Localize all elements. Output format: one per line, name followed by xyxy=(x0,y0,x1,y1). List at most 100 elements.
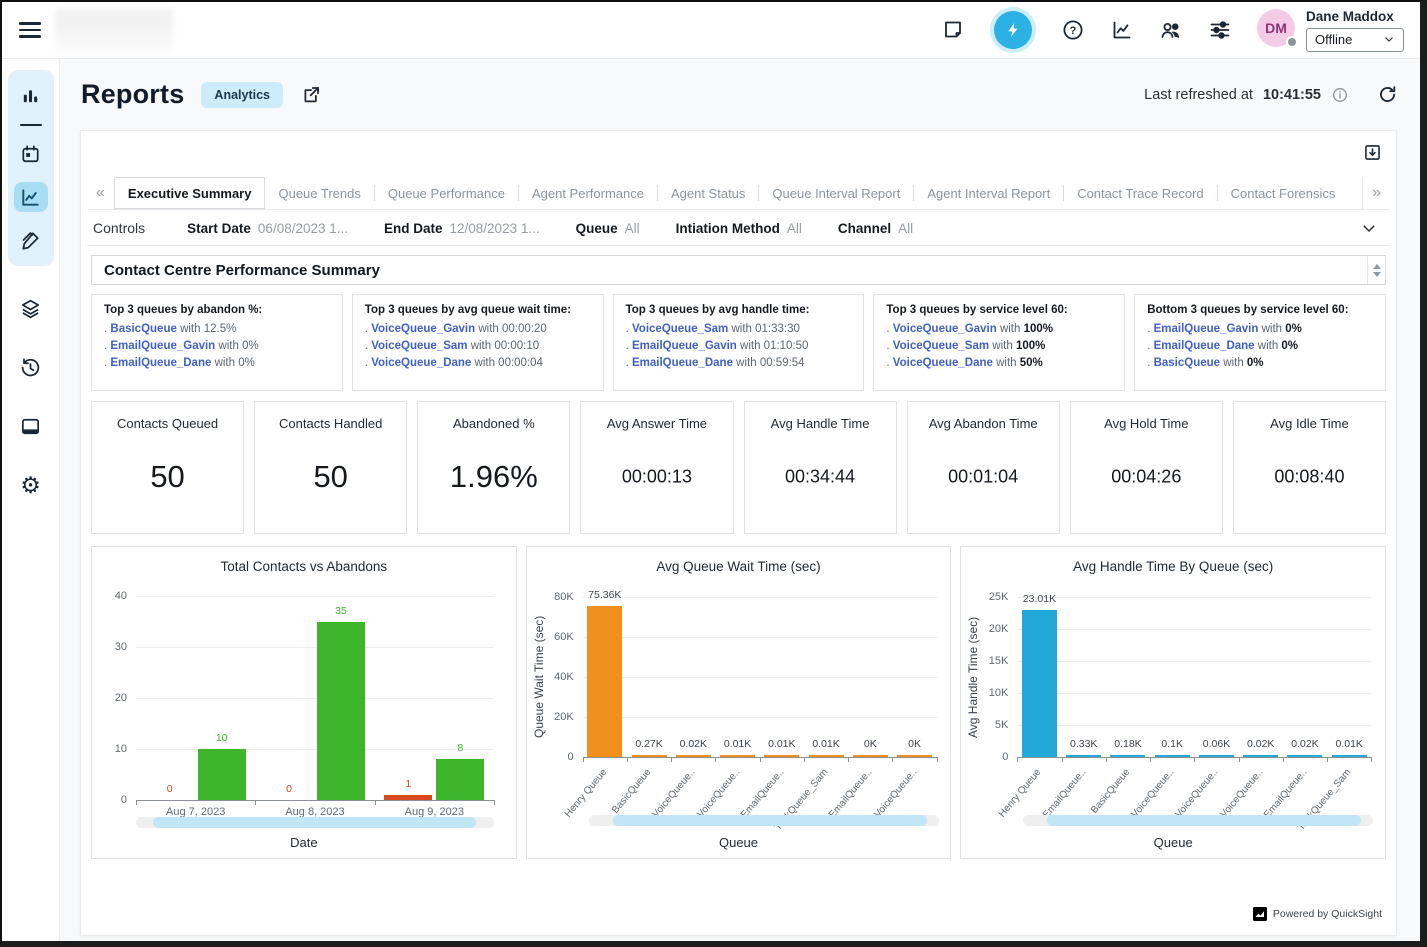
tab-agent-status[interactable]: Agent Status xyxy=(658,177,758,209)
queue-link[interactable]: EmailQueue_Gavin xyxy=(110,340,215,352)
queue-link[interactable]: EmailQueue_Dane xyxy=(1154,340,1255,352)
chart-scrollbar-thumb[interactable] xyxy=(613,815,927,826)
chart-card-avg-queue-wait-time-sec: Avg Queue Wait Time (sec)020K40K60K80K75… xyxy=(526,546,952,859)
x-tick-mark xyxy=(136,800,137,805)
queue-link[interactable]: BasicQueue xyxy=(110,323,176,335)
filter-queue[interactable]: QueueAll xyxy=(576,221,640,236)
queue-link[interactable]: EmailQueue_Gavin xyxy=(1154,323,1259,335)
chart-scrollbar-thumb[interactable] xyxy=(1047,815,1361,826)
kpi-card-avg-abandon-time: Avg Abandon Time00:01:04 xyxy=(907,401,1060,534)
insight-value: 01:10:50 xyxy=(764,340,809,352)
summary-spinner[interactable] xyxy=(1367,256,1385,284)
calendar-icon xyxy=(19,143,42,166)
bar-contacts xyxy=(317,622,365,801)
refresh-icon[interactable] xyxy=(1377,84,1398,105)
kpi-card-avg-answer-time: Avg Answer Time00:00:13 xyxy=(580,401,733,534)
insight-title: Top 3 queues by abandon %: xyxy=(104,304,330,316)
filter-label: Queue xyxy=(576,221,618,236)
bar-voicequeue-5 xyxy=(1243,755,1278,757)
insight-item: . VoiceQueue_Sam with 01:33:30 xyxy=(626,323,852,335)
filter-value: 12/08/2023 1... xyxy=(450,221,540,236)
filter-label: Channel xyxy=(838,221,891,236)
x-axis-title: Queue xyxy=(961,835,1385,850)
kpi-row: Contacts Queued50Contacts Handled50Aband… xyxy=(91,401,1386,534)
bar-basicqueue-2 xyxy=(1110,755,1145,757)
filter-intiation-method[interactable]: Intiation MethodAll xyxy=(676,221,802,236)
tab-queue-performance[interactable]: Queue Performance xyxy=(375,177,518,209)
gridline xyxy=(583,637,937,638)
quicksight-logo-icon xyxy=(1253,907,1267,921)
kpi-card-contacts-queued: Contacts Queued50 xyxy=(91,401,244,534)
kpi-value: 00:04:26 xyxy=(1071,466,1222,487)
avatar[interactable]: DM xyxy=(1257,9,1295,47)
user-block: DM Dane Maddox Offline xyxy=(1257,9,1404,52)
insight-card-top-3-queues-by-service-level-60: Top 3 queues by service level 60:. Voice… xyxy=(873,294,1125,391)
tab-contact-trace-record[interactable]: Contact Trace Record xyxy=(1064,177,1216,209)
gridline xyxy=(136,647,494,648)
insight-value: 0% xyxy=(1281,340,1298,352)
sidebar-item-settings[interactable]: ⚙ xyxy=(14,470,48,500)
sidebar-item-reports[interactable] xyxy=(14,182,48,212)
tab-agent-interval-report[interactable]: Agent Interval Report xyxy=(914,177,1063,209)
queue-link[interactable]: EmailQueue_Dane xyxy=(632,357,733,369)
sidebar-item-dashboard[interactable] xyxy=(14,81,48,111)
filter-channel[interactable]: Channel All xyxy=(838,221,913,236)
tab-contact-forensics[interactable]: Contact Forensics xyxy=(1218,177,1349,209)
tab-executive-summary[interactable]: Executive Summary xyxy=(114,177,266,209)
x-tick-mark xyxy=(1283,757,1284,762)
insight-item: . BasicQueue with 12.5% xyxy=(104,323,330,335)
queue-link[interactable]: VoiceQueue_Dane xyxy=(371,357,471,369)
tab-agent-performance[interactable]: Agent Performance xyxy=(519,177,657,209)
queue-link[interactable]: BasicQueue xyxy=(1154,357,1220,369)
queue-link[interactable]: VoiceQueue_Sam xyxy=(632,323,728,335)
queue-link[interactable]: VoiceQueue_Gavin xyxy=(371,323,475,335)
sidebar: ⚙ xyxy=(2,58,60,941)
insight-card-top-3-queues-by-avg-queue-wait-time: Top 3 queues by avg queue wait time:. Vo… xyxy=(352,294,604,391)
insight-connector: with xyxy=(475,323,502,335)
help-icon[interactable]: ? xyxy=(1061,18,1085,42)
chevron-down-icon xyxy=(1383,33,1395,45)
chart-scrollbar-thumb[interactable] xyxy=(153,817,476,828)
x-tick-mark xyxy=(1239,757,1240,762)
bar-value-label: 1 xyxy=(374,778,442,790)
boost-icon[interactable] xyxy=(990,7,1036,53)
tab-queue-trends[interactable]: Queue Trends xyxy=(265,177,373,209)
sidebar-item-history[interactable] xyxy=(14,352,48,382)
sidebar-item-schedule[interactable] xyxy=(14,139,48,169)
preferences-sliders-icon[interactable] xyxy=(1208,18,1232,42)
filter-value: All xyxy=(898,221,913,236)
info-icon[interactable] xyxy=(1331,86,1349,104)
insight-connector: with xyxy=(737,340,764,352)
insight-item: . VoiceQueue_Dane with 50% xyxy=(886,357,1112,369)
queue-link[interactable]: VoiceQueue_Sam xyxy=(893,340,989,352)
download-icon xyxy=(1362,142,1383,163)
y-tick-label: 10 xyxy=(92,743,127,755)
queue-link[interactable]: VoiceQueue_Sam xyxy=(371,340,467,352)
x-tick-mark xyxy=(848,757,849,762)
tab-queue-interval-report[interactable]: Queue Interval Report xyxy=(759,177,913,209)
queue-link[interactable]: EmailQueue_Gavin xyxy=(632,340,737,352)
tabs-scroll-right-button[interactable]: » xyxy=(1362,177,1390,209)
filter-start-date[interactable]: Start Date06/08/2023 1... xyxy=(187,221,348,236)
queue-link[interactable]: EmailQueue_Dane xyxy=(110,357,211,369)
tabs-scroll-left-button[interactable]: « xyxy=(87,177,114,209)
kpi-card-avg-idle-time: Avg Idle Time00:08:40 xyxy=(1233,401,1386,534)
users-icon[interactable] xyxy=(1159,18,1183,42)
bar-value-label: 10 xyxy=(188,732,256,744)
filter-end-date[interactable]: End Date12/08/2023 1... xyxy=(384,221,540,236)
open-external-button[interactable] xyxy=(301,84,322,105)
y-tick-label: 20 xyxy=(92,692,127,704)
controls-collapse-button[interactable] xyxy=(1360,219,1378,237)
sidebar-item-layers[interactable] xyxy=(14,293,48,323)
status-dropdown[interactable]: Offline xyxy=(1306,28,1404,52)
queue-link[interactable]: VoiceQueue_Gavin xyxy=(893,323,997,335)
sidebar-item-design[interactable] xyxy=(14,225,48,255)
insight-item: . VoiceQueue_Sam with 00:00:10 xyxy=(365,340,591,352)
export-download-button[interactable] xyxy=(1362,142,1383,163)
insight-item: . EmailQueue_Gavin with 0% xyxy=(1147,323,1373,335)
notes-icon[interactable] xyxy=(941,18,965,42)
metrics-icon[interactable] xyxy=(1110,18,1134,42)
queue-link[interactable]: VoiceQueue_Dane xyxy=(893,357,993,369)
sidebar-item-window[interactable] xyxy=(14,411,48,441)
hamburger-menu-icon[interactable] xyxy=(19,22,41,38)
